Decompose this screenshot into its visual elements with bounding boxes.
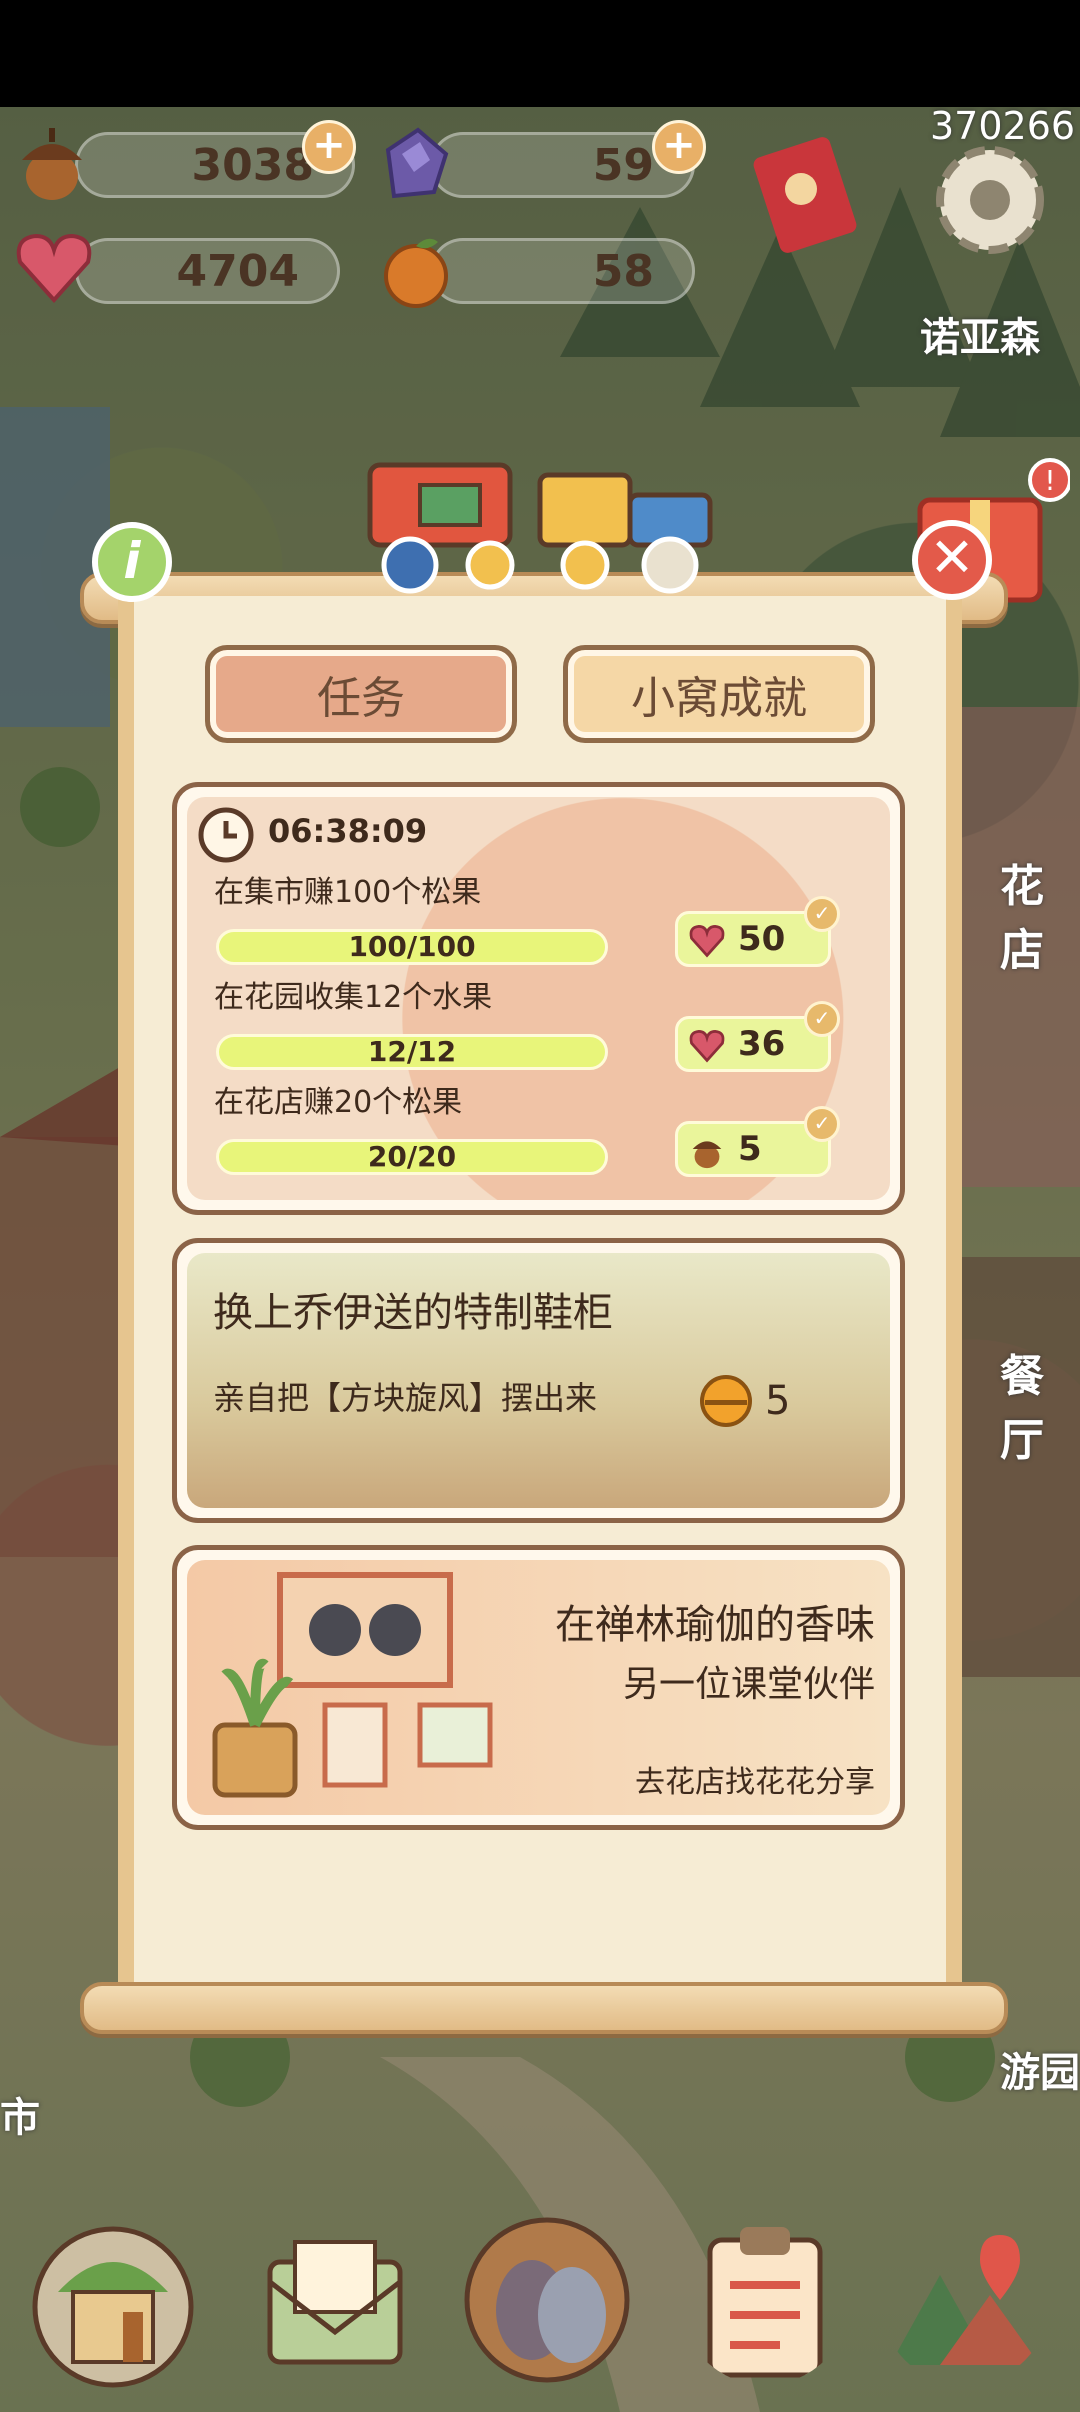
acorn-icon	[692, 1141, 722, 1169]
heart-gem-icon	[689, 924, 725, 958]
story-title: 换上乔伊送的特制鞋柜	[213, 1290, 613, 1336]
acorn-icon	[22, 128, 82, 200]
orange-count: 58	[592, 245, 654, 297]
svg-text:!: !	[1044, 464, 1055, 497]
close-icon: ✕	[929, 526, 975, 589]
yoga-subtitle: 另一位课堂伙伴	[622, 1664, 875, 1705]
check-icon: ✓	[804, 1001, 840, 1037]
add-acorn-button[interactable]: +	[302, 120, 356, 174]
orange-counter: 58	[430, 238, 695, 304]
status-bar	[0, 0, 1080, 107]
red-envelope-icon[interactable]	[745, 125, 875, 255]
close-button[interactable]: ✕	[912, 520, 992, 600]
orange-icon	[384, 238, 448, 308]
yoga-hint: 去花店找花花分享	[635, 1765, 875, 1800]
birds-icon[interactable]	[462, 2215, 632, 2385]
info-icon: i	[123, 532, 141, 590]
tab-tasks[interactable]: 任务	[205, 645, 517, 743]
tab-achievements[interactable]: 小窝成就	[563, 645, 875, 743]
heart-count: 4704	[176, 245, 299, 297]
task-label: 在花店赚20个松果	[214, 1085, 463, 1120]
reward-amount: 50	[738, 919, 786, 959]
map-icon[interactable]	[880, 2215, 1050, 2385]
mail-icon[interactable]	[250, 2222, 420, 2392]
task-progress-bar: 100/100	[216, 929, 608, 965]
heart-gem-icon	[16, 233, 92, 303]
task-reward-claimed[interactable]: 50 ✓	[675, 896, 840, 967]
heart-gem-icon	[689, 1029, 725, 1063]
yoga-title: 在禅林瑜伽的香味	[555, 1602, 875, 1648]
checklist-icon[interactable]	[680, 2215, 850, 2385]
home-icon[interactable]	[28, 2222, 198, 2392]
market-label: 市	[0, 2095, 40, 2141]
daily-timer: 06:38:09	[268, 812, 428, 850]
check-icon: ✓	[804, 1106, 840, 1142]
crystal-icon	[385, 127, 449, 199]
bell-icon	[700, 1375, 752, 1427]
park-label: 游园	[1000, 2050, 1080, 2096]
restaurant-label: 餐厅	[1000, 1351, 1044, 1466]
acorn-count: 3038	[191, 139, 314, 191]
task-progress-bar: 20/20	[216, 1139, 608, 1175]
task-progress-bar: 12/12	[216, 1034, 608, 1070]
task-label: 在集市赚100个松果	[214, 875, 482, 910]
story-desc: 亲自把【方块旋风】摆出来	[213, 1379, 598, 1417]
crystal-count: 59	[592, 139, 654, 191]
reward-amount: 5	[738, 1129, 762, 1169]
info-button[interactable]: i	[92, 522, 172, 602]
add-crystal-button[interactable]: +	[652, 120, 706, 174]
check-icon: ✓	[804, 896, 840, 932]
heart-counter: 4704	[75, 238, 340, 304]
forest-label: 诺亚森	[920, 315, 1040, 361]
toy-train-icon	[367, 462, 713, 594]
gear-icon[interactable]	[920, 130, 1060, 270]
story-reward: 5	[765, 1378, 791, 1424]
flower-shop-label: 花店	[1000, 861, 1044, 976]
scroll-rod-bottom	[80, 1982, 1008, 2034]
task-reward-claimed[interactable]: 36 ✓	[675, 1001, 840, 1072]
room-decor-icon	[212, 1572, 493, 1798]
reward-amount: 36	[738, 1024, 786, 1064]
task-reward-claimed[interactable]: 5 ✓	[675, 1106, 840, 1177]
clock-icon	[198, 807, 254, 863]
task-label: 在花园收集12个水果	[214, 980, 493, 1015]
